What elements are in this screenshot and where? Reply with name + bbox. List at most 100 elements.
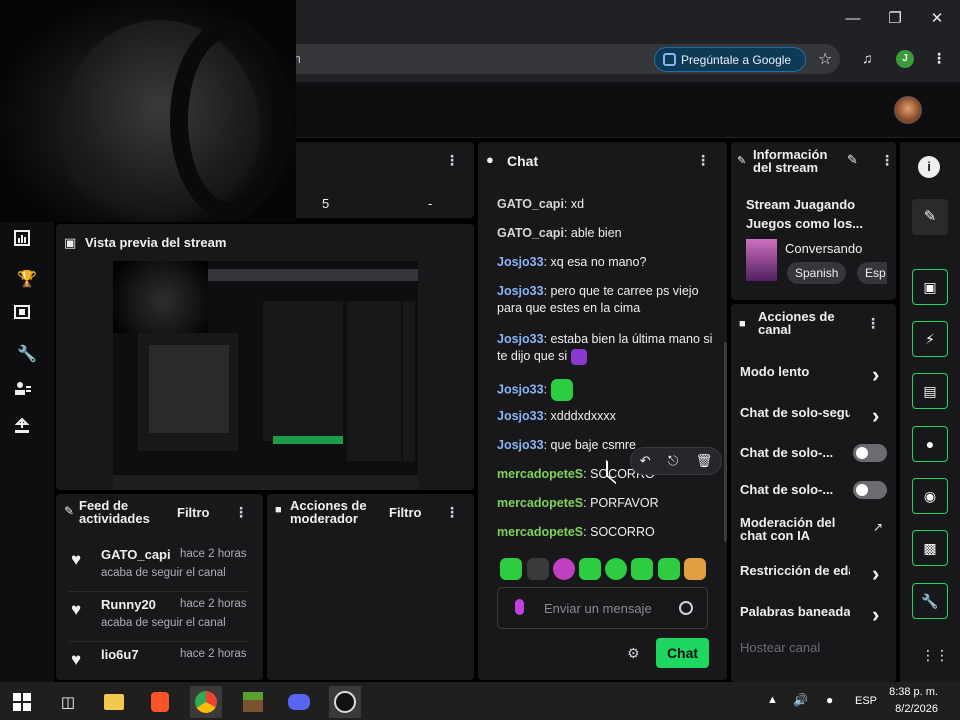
chat-username[interactable]: GATO_capi <box>497 197 564 211</box>
broadcast-quick-action-icon[interactable]: ◉ <box>912 478 948 514</box>
upload-icon[interactable] <box>14 418 40 444</box>
chat-quick-action-icon[interactable]: ● <box>912 426 948 462</box>
channel-action-label[interactable]: Chat de solo-segui <box>740 405 850 420</box>
channel-action-label[interactable]: Modo lento <box>740 364 850 379</box>
chat-message[interactable]: Josjo33: xdddxdxxxx <box>497 408 717 425</box>
bookmark-star-icon[interactable]: ☆ <box>818 49 832 69</box>
chat-message[interactable]: mercadopeteS: SOCORRO <box>497 524 717 541</box>
chat-scrollbar[interactable] <box>724 342 727 542</box>
chat-send-button[interactable]: Chat <box>656 638 709 668</box>
file-explorer-icon[interactable] <box>98 686 130 718</box>
chat-input[interactable]: Enviar un mensaje <box>497 587 708 629</box>
volume-icon[interactable]: 🔊 <box>793 693 808 707</box>
feed-filter-button[interactable]: Filtro <box>177 505 210 520</box>
chat-message[interactable]: Josjo33: estaba bien la última mano si t… <box>497 331 717 365</box>
toggle-switch[interactable] <box>853 481 887 499</box>
user-avatar[interactable] <box>894 96 922 124</box>
wrench-quick-action-icon[interactable]: 🔧 <box>912 583 948 619</box>
channel-action-label[interactable]: Palabras baneadas <box>740 604 850 619</box>
language-indicator[interactable]: ESP <box>855 695 877 707</box>
feed-item[interactable]: ♥ Runny20 hace 2 horas acaba de seguir el c… <box>68 597 253 637</box>
windows-start-icon[interactable] <box>6 686 38 718</box>
preview-video[interactable] <box>113 261 418 490</box>
chat-message[interactable]: GATO_capi: able bien <box>497 225 717 242</box>
channel-action-label[interactable]: Hostear canal <box>740 640 850 655</box>
pin-icon[interactable]: ⎋ <box>668 453 678 469</box>
close-window-button[interactable]: ✕ <box>922 6 952 32</box>
stats-icon[interactable] <box>14 230 40 256</box>
chat-username[interactable]: mercadopeteS <box>497 496 583 510</box>
chat-username[interactable]: GATO_capi <box>497 226 564 240</box>
toggle-switch[interactable] <box>853 444 887 462</box>
chat-username[interactable]: mercadopeteS <box>497 467 583 481</box>
chat-kebab-icon[interactable]: ⋮ <box>696 152 710 168</box>
channel-actions-kebab-icon[interactable]: ⋮ <box>866 315 880 331</box>
channel-action-label[interactable]: Restricción de edad <box>740 563 850 578</box>
chat-message[interactable]: Josjo33: <box>497 379 717 401</box>
chat-username[interactable]: Josjo33 <box>497 438 544 452</box>
extensions-icon[interactable]: ⋮⋮ <box>921 647 949 664</box>
feed-kebab-icon[interactable]: ⋮ <box>234 504 248 520</box>
chat-username[interactable]: Josjo33 <box>497 332 544 346</box>
emote-icon[interactable] <box>579 558 601 580</box>
minecraft-icon[interactable] <box>237 686 269 718</box>
feed-item[interactable]: ♥ GATO_capi hace 2 horas acaba de seguir el… <box>68 547 253 587</box>
tag-pill[interactable]: Esp <box>857 262 887 284</box>
clock-time[interactable]: 8:38 p. m. <box>888 686 938 698</box>
mod-kebab-icon[interactable]: ⋮ <box>445 504 459 520</box>
emote-icon[interactable] <box>605 558 627 580</box>
info-icon[interactable]: i <box>918 156 940 178</box>
lightning-quick-action-icon[interactable]: ⚡ <box>912 321 948 357</box>
emote-icon[interactable] <box>500 558 522 580</box>
microphone-tray-icon[interactable]: ● <box>826 693 833 707</box>
notes-quick-action-icon[interactable]: ▤ <box>912 373 948 409</box>
chat-username[interactable]: Josjo33 <box>497 284 544 298</box>
emote-icon[interactable] <box>684 558 706 580</box>
chevron-right-icon[interactable]: › <box>872 561 879 587</box>
obs-icon[interactable] <box>329 686 361 718</box>
tag-pill[interactable]: Spanish <box>787 262 847 284</box>
chevron-right-icon[interactable]: › <box>872 403 879 429</box>
chat-message[interactable]: mercadopeteS: PORFAVOR <box>497 495 717 512</box>
stream-info-kebab-icon[interactable]: ⋮ <box>880 152 894 168</box>
google-lens-button[interactable]: Pregúntale a Google <box>654 47 806 72</box>
restore-button[interactable]: ❐ <box>880 6 910 32</box>
microphone-icon[interactable] <box>515 599 524 615</box>
profile-avatar[interactable]: J <box>896 50 914 68</box>
trophy-icon[interactable]: 🏆 <box>14 267 40 293</box>
chat-message[interactable]: Josjo33: pero que te carree ps viejo par… <box>497 283 717 317</box>
chat-settings-gear-icon[interactable]: ⚙ <box>627 645 640 662</box>
feed-username[interactable]: lio6u7 <box>101 647 139 662</box>
emote-icon[interactable] <box>631 558 653 580</box>
minimize-button[interactable]: — <box>838 6 868 32</box>
external-link-icon[interactable]: ↗ <box>873 520 883 534</box>
chat-username[interactable]: Josjo33 <box>497 409 544 423</box>
wrench-icon[interactable]: 🔧 <box>14 342 40 368</box>
chat-username[interactable]: mercadopeteS <box>497 525 583 539</box>
video-icon[interactable] <box>14 304 40 330</box>
edit-quick-action-icon[interactable]: ✎ <box>912 199 948 235</box>
chat-message[interactable]: Josjo33: xq esa no mano? <box>497 254 717 271</box>
delete-icon[interactable]: 🗑 <box>696 453 713 469</box>
emote-icon[interactable] <box>527 558 549 580</box>
emoji-picker-icon[interactable] <box>679 601 693 615</box>
brave-browser-icon[interactable] <box>144 686 176 718</box>
clock-date[interactable]: 8/2/2026 <box>888 703 938 715</box>
media-controls-icon[interactable]: ♫ <box>862 50 873 66</box>
chevron-right-icon[interactable]: › <box>872 602 879 628</box>
community-icon[interactable] <box>14 380 40 406</box>
chrome-browser-icon[interactable] <box>190 686 222 718</box>
channel-action-label[interactable]: Chat de solo-... <box>740 445 850 460</box>
clip-quick-action-icon[interactable]: ▣ <box>912 269 948 305</box>
feed-username[interactable]: GATO_capi <box>101 547 171 562</box>
feed-username[interactable]: Runny20 <box>101 597 156 612</box>
emote-icon[interactable] <box>553 558 575 580</box>
chat-username[interactable]: Josjo33 <box>497 382 544 396</box>
feed-item[interactable]: ♥ lio6u7 hace 2 horas <box>68 647 253 687</box>
chat-username[interactable]: Josjo33 <box>497 255 544 269</box>
mod-filter-button[interactable]: Filtro <box>389 505 422 520</box>
browser-menu-icon[interactable]: ⋮ <box>932 50 946 67</box>
emote-icon[interactable] <box>658 558 680 580</box>
stats-kebab-icon[interactable]: ⋮ <box>445 152 459 168</box>
tray-overflow-icon[interactable]: ▲ <box>767 694 778 706</box>
